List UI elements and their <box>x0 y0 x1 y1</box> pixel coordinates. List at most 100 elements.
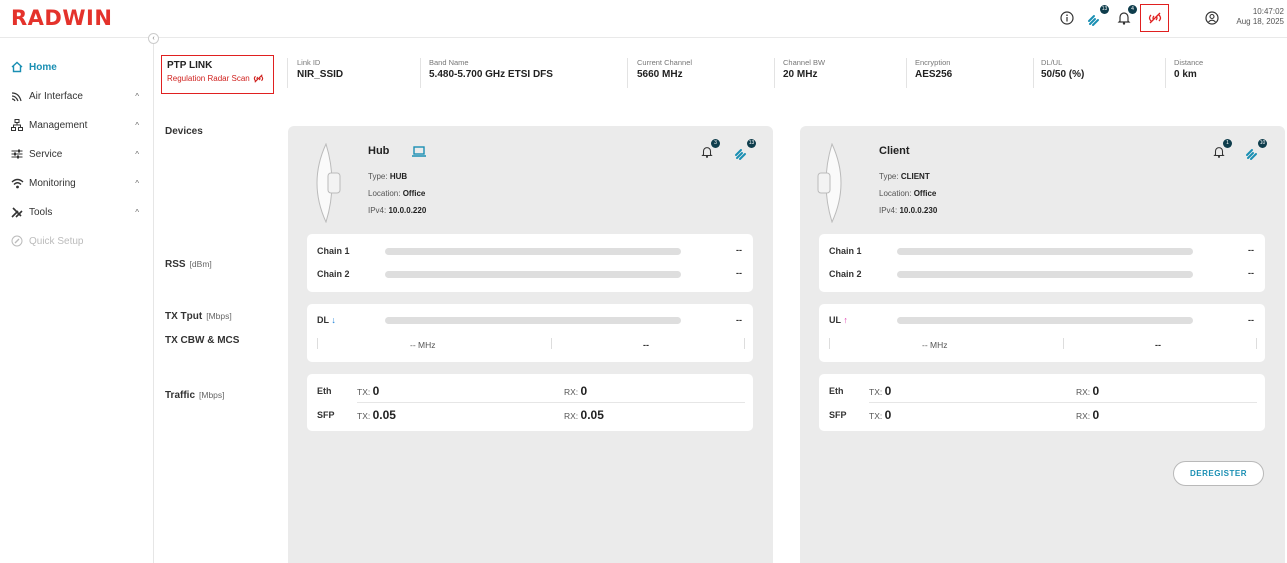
hub-type: HUB <box>389 172 408 181</box>
divider <box>1256 338 1257 349</box>
hub-tput-card <box>307 304 753 362</box>
sidebar-item-label: Quick Setup <box>29 235 84 247</box>
sidebar-item-label: Management <box>29 119 88 131</box>
antenna-icon <box>817 143 842 223</box>
hub-bell-badge: 3 <box>711 139 720 148</box>
sliders-icon <box>11 148 29 160</box>
link-broken-icon <box>253 74 263 83</box>
radar-scan-label: Regulation Radar Scan <box>167 74 250 83</box>
ptp-link-status[interactable]: PTP LINK Regulation Radar Scan <box>161 55 274 94</box>
bell-icon[interactable]: 3 <box>697 139 720 162</box>
divider <box>1165 58 1166 88</box>
link-alarm-icon[interactable]: 13 <box>1086 5 1109 28</box>
tx-value: 0 <box>884 384 892 398</box>
tx-value: 0.05 <box>372 408 396 422</box>
deregister-button[interactable]: DEREGISTER <box>1173 461 1264 486</box>
chevron-left-icon[interactable]: ‹ <box>148 33 159 44</box>
info-label: Type: <box>879 172 899 181</box>
ptp-link-title: PTP LINK <box>167 60 213 71</box>
divider <box>869 402 1257 403</box>
divider <box>317 338 318 349</box>
row-label-unit: [Mbps] <box>199 390 225 400</box>
field-value: 0 km <box>1174 69 1197 80</box>
channel-bw-field: Channel BW 20 MHz <box>783 58 825 80</box>
info-icon[interactable] <box>1057 8 1077 28</box>
antenna-icon <box>316 143 341 223</box>
divider <box>420 58 421 88</box>
sidebar-item-label: Monitoring <box>29 177 76 189</box>
chain-label: Chain 1 <box>829 246 862 256</box>
sidebar-item-service[interactable]: Service ^ <box>11 144 151 164</box>
tx-value: 0 <box>372 384 380 398</box>
eth-rx: RX: 0 <box>1076 384 1099 398</box>
row-label-unit: [dBm] <box>189 259 212 269</box>
current-channel-field: Current Channel 5660 MHz <box>637 58 692 80</box>
divider <box>627 58 628 88</box>
user-icon[interactable] <box>1202 8 1222 28</box>
laptop-icon[interactable] <box>412 146 426 157</box>
field-label: Encryption <box>915 58 951 67</box>
row-label-text: TX CBW & MCS <box>165 335 240 346</box>
hub-ip: 10.0.0.220 <box>388 206 427 215</box>
rss-bar <box>385 248 681 255</box>
client-tput-card <box>819 304 1265 362</box>
tput-bar <box>385 317 681 324</box>
sidebar-item-management[interactable]: Management ^ <box>11 115 151 135</box>
rx-label: RX: <box>1076 411 1091 421</box>
rx-value: 0 <box>1092 408 1100 422</box>
hub-name: Hub <box>368 145 390 157</box>
link-alarm-icon[interactable]: 10 <box>1244 139 1267 162</box>
sidebar-item-label: Service <box>29 148 63 160</box>
arrow-down-icon: ↓ <box>331 315 336 325</box>
info-label: Type: <box>368 172 388 181</box>
hub-location: Office <box>402 189 426 198</box>
sidebar-item-air-interface[interactable]: Air Interface ^ <box>11 86 151 106</box>
sidebar: ‹ Home Air Interface ^ Management ^ Serv… <box>0 33 159 563</box>
tput-value: -- <box>1248 315 1254 325</box>
bell-badge: 4 <box>1128 5 1137 14</box>
divider <box>357 402 745 403</box>
direction-label: DL ↓ <box>317 315 336 325</box>
sidebar-item-home[interactable]: Home <box>11 57 151 77</box>
band-name-field: Band Name 5.480-5.700 GHz ETSI DFS <box>429 58 553 80</box>
ptp-link-substatus: Regulation Radar Scan <box>167 74 268 83</box>
sidebar-item-quick-setup[interactable]: Quick Setup <box>11 231 151 251</box>
field-label: Current Channel <box>637 58 693 67</box>
sidebar-item-monitoring[interactable]: Monitoring ^ <box>11 173 151 193</box>
bell-icon[interactable]: 1 <box>1209 139 1232 162</box>
sidebar-item-tools[interactable]: Tools ^ <box>11 202 151 222</box>
cbw-value: -- MHz <box>410 340 436 350</box>
sidebar-item-label: Home <box>29 61 57 73</box>
bell-icon[interactable]: 4 <box>1114 5 1137 28</box>
home-icon <box>11 61 29 73</box>
info-label: Location: <box>368 189 401 198</box>
chain-label: Chain 2 <box>829 269 862 279</box>
tx-label: TX: <box>357 387 371 397</box>
direction-label: UL ↑ <box>829 315 848 325</box>
mcs-value: -- <box>1155 340 1161 350</box>
sitemap-icon <box>11 119 29 131</box>
hub-rss-card <box>307 234 753 292</box>
row-label-text: TX Tput <box>165 311 203 322</box>
tools-icon <box>11 206 29 218</box>
tput-row-label: TX Tput [Mbps] <box>165 311 232 322</box>
divider <box>744 338 745 349</box>
radar-scan-indicator[interactable] <box>1140 4 1169 32</box>
divider <box>906 58 907 88</box>
mcs-value: -- <box>643 340 649 350</box>
sfp-rx: RX: 0 <box>1076 408 1099 422</box>
eth-tx: TX: 0 <box>357 384 379 398</box>
link-alarm-badge: 13 <box>1100 5 1109 14</box>
tx-label: TX: <box>357 411 371 421</box>
hub-link-badge: 13 <box>747 139 756 148</box>
direction-text: DL <box>317 315 329 325</box>
encryption-field: Encryption AES256 <box>915 58 952 80</box>
rss-bar <box>897 248 1193 255</box>
signal-icon <box>11 178 29 189</box>
rss-value: -- <box>736 245 742 255</box>
rx-label: RX: <box>564 411 579 421</box>
link-alarm-icon[interactable]: 13 <box>733 139 756 162</box>
eth-label: Eth <box>829 386 844 396</box>
client-name: Client <box>879 145 910 157</box>
sidebar-item-label: Tools <box>29 206 53 218</box>
